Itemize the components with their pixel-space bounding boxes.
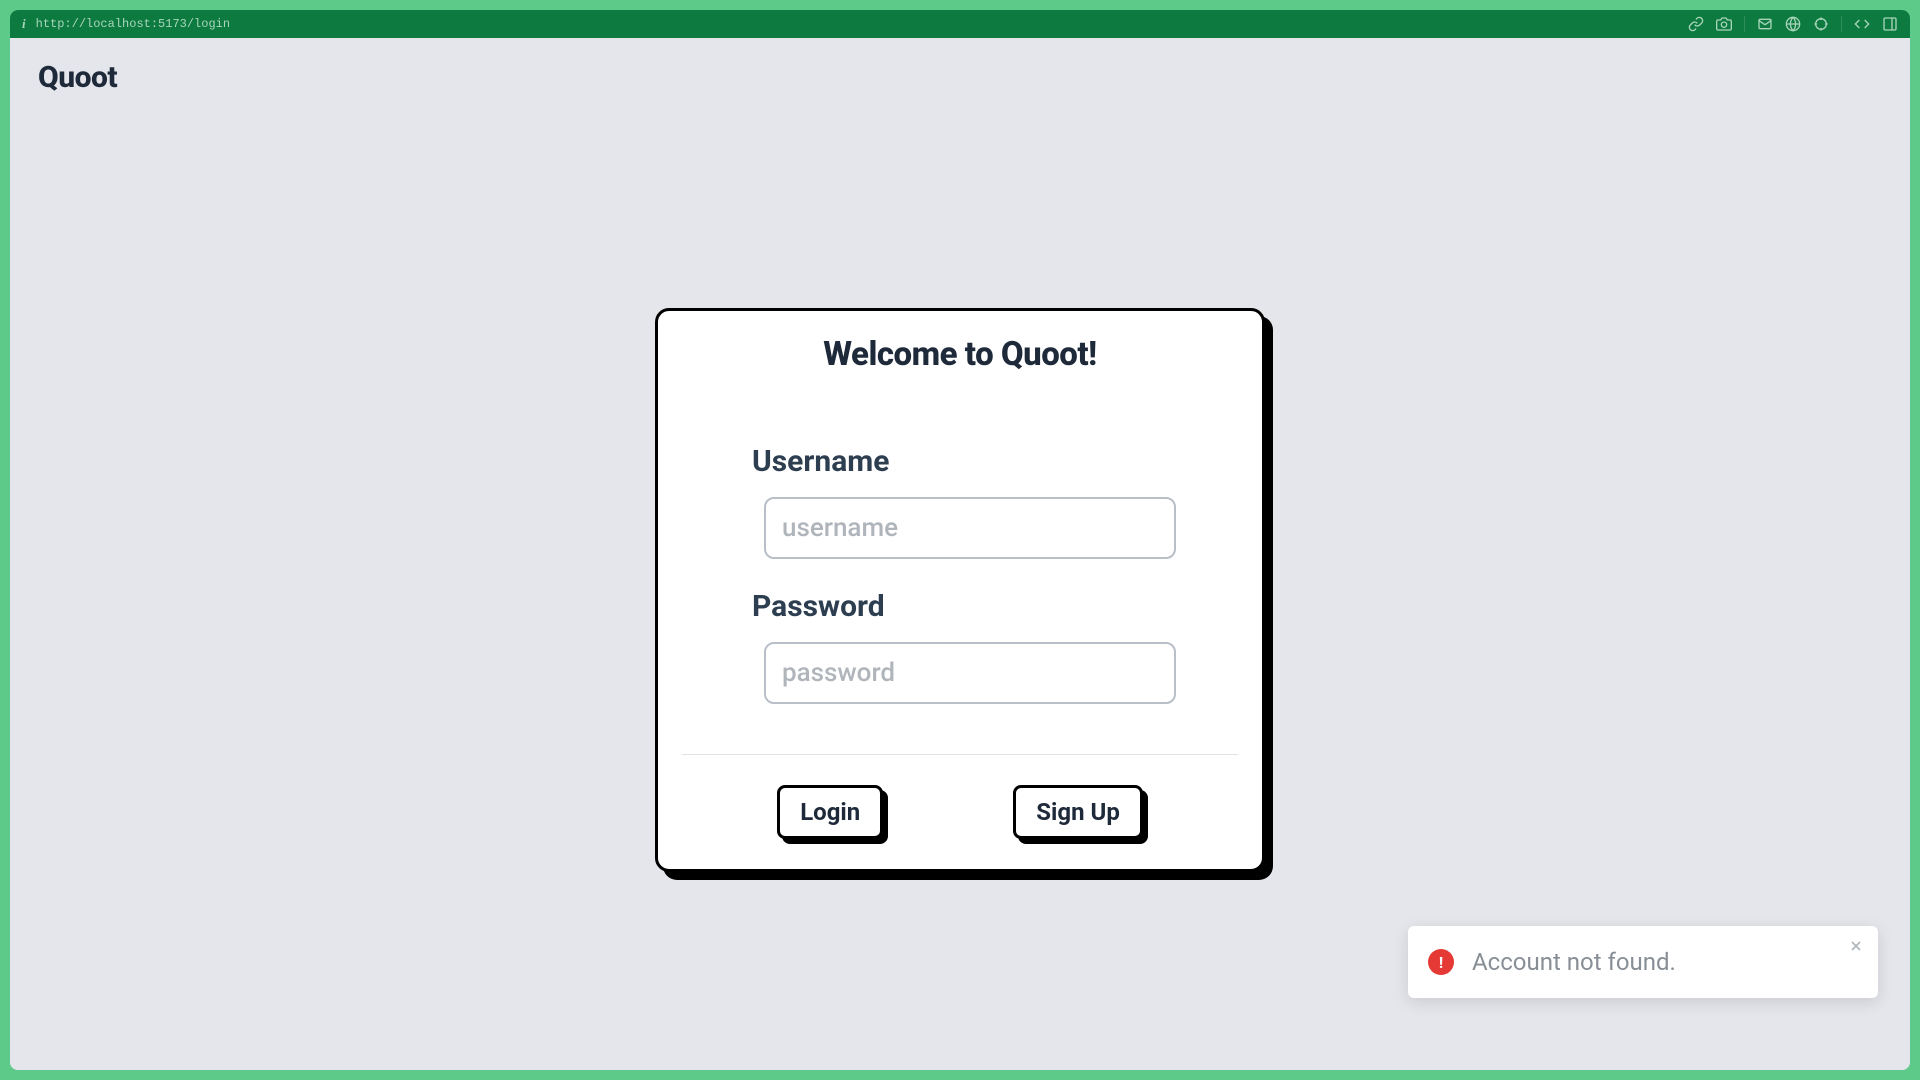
username-input[interactable]	[764, 497, 1176, 559]
divider	[682, 754, 1238, 755]
error-icon: !	[1428, 949, 1454, 975]
browser-address-bar: i http://localhost:5173/login	[10, 10, 1910, 38]
browser-toolbar-icons	[1688, 16, 1898, 32]
password-label: Password	[752, 589, 1168, 624]
mail-icon[interactable]	[1757, 16, 1773, 32]
password-input[interactable]	[764, 642, 1176, 704]
browser-frame: i http://localhost:5173/login	[10, 10, 1910, 1070]
password-group: Password	[682, 589, 1238, 704]
login-button[interactable]: Login	[777, 785, 883, 839]
app-logo[interactable]: Quoot	[38, 60, 117, 95]
divider	[1841, 16, 1842, 32]
username-label: Username	[752, 444, 1168, 479]
code-icon[interactable]	[1854, 16, 1870, 32]
url-section: i http://localhost:5173/login	[22, 16, 230, 32]
login-title: Welcome to Quoot!	[682, 335, 1238, 374]
info-icon[interactable]: i	[22, 16, 26, 32]
username-group: Username	[682, 444, 1238, 559]
link-icon[interactable]	[1688, 16, 1704, 32]
toast-message: Account not found.	[1472, 948, 1858, 976]
crosshair-icon[interactable]	[1813, 16, 1829, 32]
panel-icon[interactable]	[1882, 16, 1898, 32]
divider	[1744, 16, 1745, 32]
button-row: Login Sign Up	[682, 785, 1238, 839]
url-text[interactable]: http://localhost:5173/login	[36, 17, 230, 31]
camera-icon[interactable]	[1716, 16, 1732, 32]
signup-button[interactable]: Sign Up	[1013, 785, 1143, 839]
page-content: Quoot Welcome to Quoot! Username Passwor…	[10, 38, 1910, 1070]
error-toast: ! Account not found.	[1408, 926, 1878, 998]
login-card: Welcome to Quoot! Username Password Logi…	[655, 308, 1265, 872]
toast-close-button[interactable]	[1846, 936, 1866, 956]
globe-icon[interactable]	[1785, 16, 1801, 32]
